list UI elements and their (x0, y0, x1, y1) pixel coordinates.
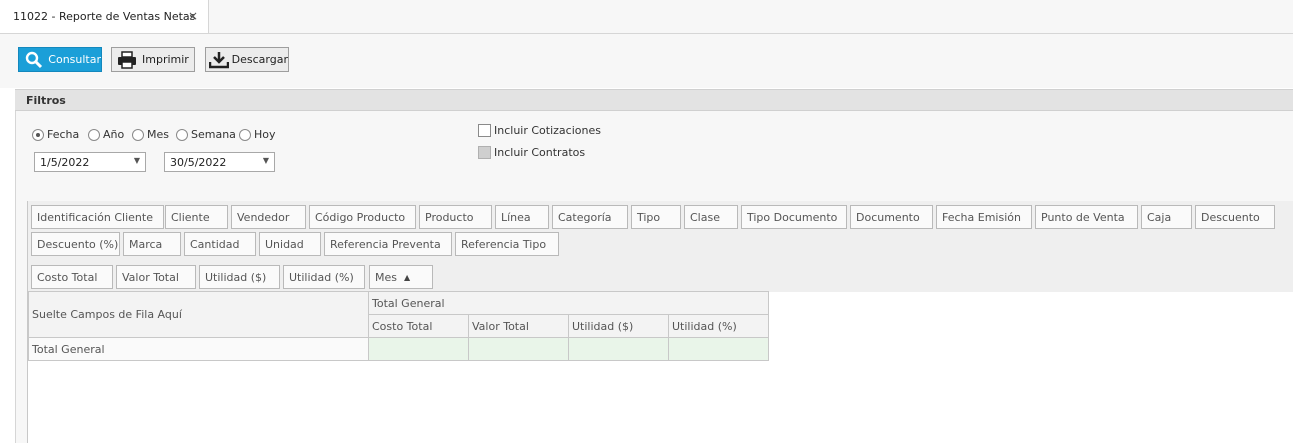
data-field-utilidad-pct[interactable]: Utilidad (%) (283, 265, 365, 289)
field-cliente[interactable]: Cliente (165, 205, 228, 229)
sort-ascending-icon: ▲ (404, 272, 411, 282)
data-field-utilidad-monto[interactable]: Utilidad ($) (199, 265, 280, 289)
radio-fecha-label: Fecha (47, 128, 80, 141)
row-total-header: Total General (28, 337, 369, 361)
date-from-value: 1/5/2022 (40, 156, 90, 169)
radio-hoy-label: Hoy (254, 128, 276, 141)
field-cantidad[interactable]: Cantidad (184, 232, 256, 256)
value-header-utilidad-pct[interactable]: Utilidad (%) (668, 314, 769, 338)
radio-fecha-circle (32, 128, 44, 141)
field-punto-de-venta[interactable]: Punto de Venta (1035, 205, 1138, 229)
field-tipo[interactable]: Tipo (631, 205, 681, 229)
radio-mes[interactable]: Mes (132, 128, 169, 141)
field-caja[interactable]: Caja (1141, 205, 1192, 229)
value-header-utilidad-monto[interactable]: Utilidad ($) (568, 314, 669, 338)
chevron-down-icon[interactable]: ▼ (134, 156, 140, 165)
field-unidad[interactable]: Unidad (259, 232, 321, 256)
value-header-costo-total[interactable]: Costo Total (368, 314, 469, 338)
field-tipo-documento[interactable]: Tipo Documento (741, 205, 847, 229)
field-fecha-emision[interactable]: Fecha Emisión (936, 205, 1032, 229)
radio-hoy-circle (239, 128, 251, 141)
include-quotes-label: Incluir Cotizaciones (494, 124, 601, 137)
total-valor-total-cell[interactable] (468, 337, 569, 361)
field-descuento-pct[interactable]: Descuento (%) (31, 232, 120, 256)
field-identificacion-cliente[interactable]: Identificación Cliente (31, 205, 164, 229)
field-descuento[interactable]: Descuento (1195, 205, 1275, 229)
radio-semana-label: Semana (191, 128, 236, 141)
column-total-header: Total General (368, 291, 769, 315)
imprimir-button[interactable]: Imprimir (111, 47, 195, 72)
include-contracts-checkbox[interactable]: Incluir Contratos (478, 146, 585, 159)
total-utilidad-pct-cell[interactable] (668, 337, 769, 361)
field-referencia-preventa[interactable]: Referencia Preventa (324, 232, 452, 256)
total-costo-total-cell[interactable] (368, 337, 469, 361)
column-field-mes[interactable]: Mes ▲ (369, 265, 433, 289)
radio-ano[interactable]: Año (88, 128, 124, 141)
radio-hoy[interactable]: Hoy (239, 128, 276, 141)
tab-reporte-ventas[interactable]: 11022 - Reporte de Ventas Netas × (0, 0, 209, 33)
printer-icon (116, 50, 138, 70)
radio-semana-circle (176, 128, 188, 141)
field-referencia-tipo[interactable]: Referencia Tipo (455, 232, 559, 256)
filters-title: Filtros (26, 94, 66, 107)
radio-ano-label: Año (103, 128, 125, 141)
date-to-value: 30/5/2022 (170, 156, 227, 169)
radio-mes-label: Mes (147, 128, 169, 141)
field-codigo-producto[interactable]: Código Producto (309, 205, 416, 229)
row-drop-area[interactable]: Suelte Campos de Fila Aquí (28, 291, 369, 338)
search-icon (23, 50, 44, 70)
download-icon (208, 50, 230, 70)
include-quotes-checkbox[interactable]: Incluir Cotizaciones (478, 124, 601, 137)
data-field-costo-total[interactable]: Costo Total (31, 265, 113, 289)
close-icon[interactable]: × (188, 9, 198, 23)
field-vendedor[interactable]: Vendedor (231, 205, 306, 229)
field-documento[interactable]: Documento (850, 205, 933, 229)
imprimir-label: Imprimir (142, 53, 189, 66)
descargar-label: Descargar (231, 53, 288, 66)
field-clase[interactable]: Clase (684, 205, 738, 229)
field-linea[interactable]: Línea (495, 205, 549, 229)
include-contracts-label: Incluir Contratos (494, 146, 586, 159)
tab-title: 11022 - Reporte de Ventas Netas (13, 10, 196, 23)
include-contracts-box (478, 146, 491, 159)
chevron-down-icon[interactable]: ▼ (263, 156, 269, 165)
descargar-button[interactable]: Descargar (205, 47, 289, 72)
radio-semana[interactable]: Semana (176, 128, 236, 141)
field-producto[interactable]: Producto (419, 205, 492, 229)
column-field-mes-label: Mes (375, 270, 397, 284)
field-categoria[interactable]: Categoría (552, 205, 628, 229)
field-marca[interactable]: Marca (123, 232, 181, 256)
date-from-input[interactable]: 1/5/2022 ▼ (34, 152, 146, 172)
date-to-input[interactable]: 30/5/2022 ▼ (164, 152, 275, 172)
radio-fecha[interactable]: Fecha (32, 128, 79, 141)
total-utilidad-monto-cell[interactable] (568, 337, 669, 361)
data-field-valor-total[interactable]: Valor Total (116, 265, 196, 289)
radio-mes-circle (132, 128, 144, 141)
include-quotes-box (478, 124, 491, 137)
consultar-button[interactable]: Consultar (18, 47, 102, 72)
filters-header[interactable]: Filtros (15, 89, 1293, 111)
radio-ano-circle (88, 128, 100, 141)
value-header-valor-total[interactable]: Valor Total (468, 314, 569, 338)
consultar-label: Consultar (48, 53, 101, 66)
